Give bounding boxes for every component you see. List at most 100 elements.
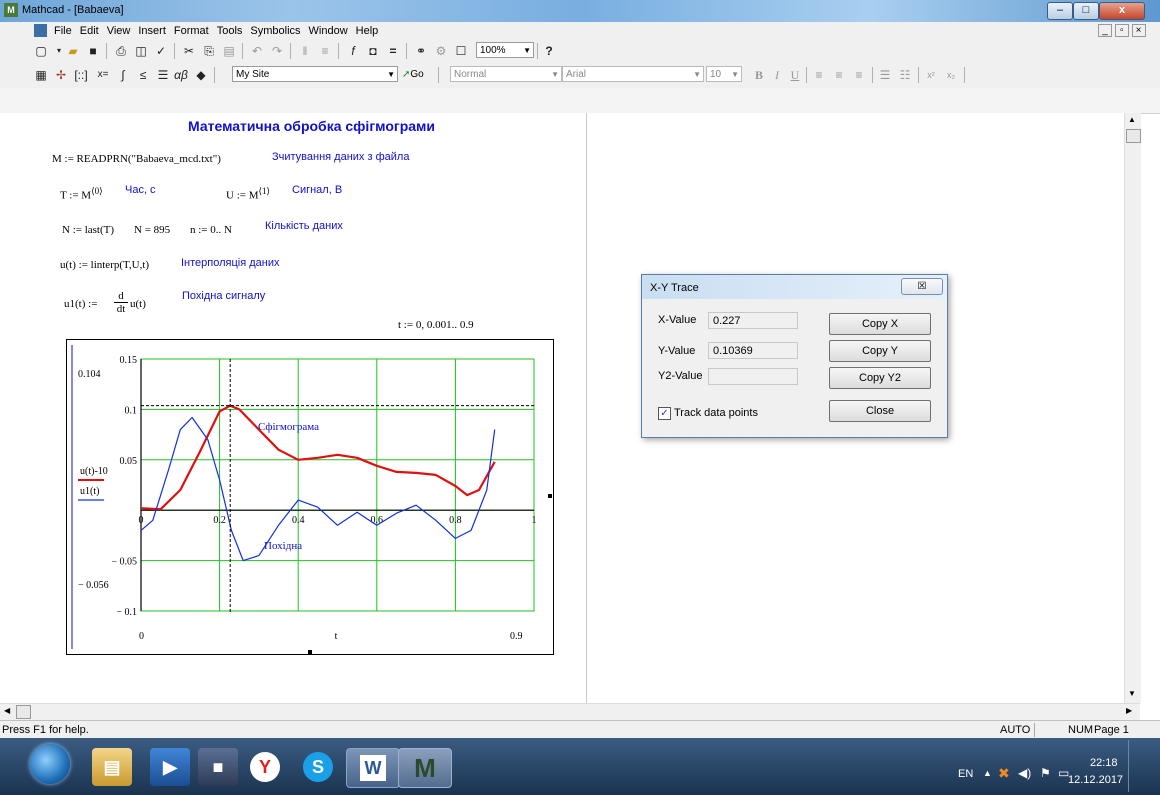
scroll-right-icon[interactable]: ▶	[1126, 706, 1132, 715]
greek-icon[interactable]: αβ	[172, 66, 190, 84]
insert-unit-icon[interactable]: ◘	[364, 42, 382, 60]
tray-expand-icon[interactable]: ▲	[983, 768, 992, 778]
u-comment[interactable]: Сигнал, В	[292, 184, 342, 196]
skype-icon[interactable]: S	[298, 748, 338, 786]
horizontal-scrollbar[interactable]: ◀ ▶	[0, 703, 1140, 720]
windows-start-icon[interactable]	[30, 744, 70, 784]
redo-icon[interactable]: ↷	[268, 42, 286, 60]
menu-insert[interactable]: Insert	[134, 22, 170, 40]
scroll-left-icon[interactable]: ◀	[4, 706, 10, 715]
interp-definition[interactable]: u(t) := linterp(T,U,t)	[60, 259, 149, 271]
underline-button[interactable]: U	[786, 66, 804, 84]
cut-icon[interactable]: ✂	[180, 42, 198, 60]
calculus-icon[interactable]: ∫	[114, 66, 132, 84]
scroll-down-icon[interactable]: ▼	[1128, 689, 1136, 698]
paste-icon[interactable]: ▤	[220, 42, 238, 60]
bold-button[interactable]: B	[750, 66, 768, 84]
read-comment[interactable]: Зчитування даних з файла	[272, 151, 409, 163]
t-range[interactable]: t := 0, 0.001.. 0.9	[398, 319, 474, 331]
undo-icon[interactable]: ↶	[248, 42, 266, 60]
doc-close-button[interactable]: ×	[1131, 24, 1146, 37]
insert-hyperlink-icon[interactable]: ⚭	[412, 42, 430, 60]
calculate-icon[interactable]: =	[384, 42, 402, 60]
boolean-icon[interactable]: ≤	[134, 66, 152, 84]
align-left-icon[interactable]: ≡	[810, 66, 828, 84]
align-across-icon[interactable]: ‖	[296, 42, 314, 60]
align-down-icon[interactable]: ≡	[316, 42, 334, 60]
dialog-close-icon[interactable]: ☒	[901, 278, 943, 295]
doc-restore-button[interactable]: ▫	[1114, 24, 1129, 37]
menu-view[interactable]: View	[103, 22, 135, 40]
word-icon[interactable]: W	[346, 748, 400, 788]
volume-icon[interactable]: ◀)	[1018, 766, 1031, 780]
y2-value-field[interactable]	[708, 368, 798, 385]
print-preview-icon[interactable]: ◫	[132, 42, 150, 60]
matrix-icon[interactable]: [::]	[72, 66, 90, 84]
save-app-icon[interactable]: ■	[198, 748, 238, 786]
graph-icon[interactable]: ✢	[52, 66, 70, 84]
t-comment[interactable]: Час, с	[125, 184, 156, 196]
n-comment[interactable]: Кількість даних	[265, 220, 343, 232]
open-icon[interactable]: ▰	[64, 42, 82, 60]
network-icon[interactable]: ✖	[998, 765, 1010, 782]
n-definition[interactable]: N := last(T)	[62, 224, 114, 236]
scroll-thumb[interactable]	[1126, 129, 1141, 143]
superscript-icon[interactable]: x²	[922, 66, 940, 84]
scroll-up-icon[interactable]: ▲	[1128, 115, 1136, 124]
xy-plot[interactable]: 0 0.2 0.4 0.6 0.8 1 0.15 0.1 0.05 − 0.05 − 0.1 0.1…	[66, 339, 554, 655]
copy-x-button[interactable]: Copy X	[829, 313, 931, 335]
new-icon[interactable]: ▢	[32, 42, 50, 60]
maximize-button[interactable]: □	[1073, 2, 1099, 20]
italic-button[interactable]: I	[768, 66, 786, 84]
derivative-comment[interactable]: Похідна сигналу	[182, 290, 265, 302]
resize-handle[interactable]	[308, 650, 312, 654]
read-expression[interactable]: M := READPRN("Babaeva_mcd.txt")	[52, 153, 221, 165]
calculator-icon[interactable]: ▦	[32, 66, 50, 84]
menu-edit[interactable]: Edit	[76, 22, 103, 40]
file-explorer-icon[interactable]: ▤	[92, 748, 132, 786]
symbolic-icon[interactable]: ◆	[192, 66, 210, 84]
menu-help[interactable]: Help	[352, 22, 383, 40]
print-icon[interactable]: ⎙	[112, 42, 130, 60]
worksheet-heading[interactable]: Математична обробка сфігмограми	[188, 118, 435, 134]
dialog-close-button[interactable]: Close	[829, 400, 931, 422]
menu-format[interactable]: Format	[170, 22, 213, 40]
copy-y-button[interactable]: Copy Y	[829, 340, 931, 362]
evaluation-icon[interactable]: x=	[94, 66, 112, 84]
yandex-browser-icon[interactable]: Y	[245, 748, 285, 786]
copy-y2-button[interactable]: Copy Y2	[829, 367, 931, 389]
show-desktop-button[interactable]	[1128, 740, 1139, 792]
track-checkbox[interactable]: ✓	[658, 407, 671, 420]
zoom-select[interactable]: 100% ▼	[476, 42, 534, 58]
component-wizard-icon[interactable]: ⚙	[432, 42, 450, 60]
n-range[interactable]: n := 0.. N	[190, 224, 232, 236]
menu-symbolics[interactable]: Symbolics	[246, 22, 304, 40]
language-indicator[interactable]: EN	[958, 768, 973, 780]
x-value-field[interactable]: 0.227	[708, 312, 798, 329]
menu-tools[interactable]: Tools	[213, 22, 247, 40]
media-player-icon[interactable]: ▶	[150, 748, 190, 786]
doc-minimize-button[interactable]: _	[1098, 24, 1112, 37]
font-select[interactable]: Arial ▼	[562, 66, 704, 82]
bullets-icon[interactable]: ☰	[876, 66, 894, 84]
clock-time[interactable]: 22:18	[1090, 757, 1118, 769]
help-icon[interactable]: ?	[540, 42, 558, 60]
minimize-button[interactable]: –	[1047, 2, 1073, 20]
insert-function-icon[interactable]: f	[344, 42, 362, 60]
menu-file[interactable]: File	[50, 22, 76, 40]
mathcad-taskbar-icon[interactable]: M	[398, 748, 452, 788]
resize-handle[interactable]	[548, 494, 552, 498]
align-center-icon[interactable]: ≡	[830, 66, 848, 84]
subscript-icon[interactable]: x₂	[942, 66, 960, 84]
font-size-select[interactable]: 10 ▼	[706, 66, 742, 82]
save-icon[interactable]: ■	[84, 42, 102, 60]
action-center-icon[interactable]: ⚑	[1040, 766, 1051, 780]
vertical-scrollbar[interactable]: ▲ ▼	[1124, 113, 1141, 703]
menu-window[interactable]: Window	[305, 22, 352, 40]
site-select[interactable]: My Site ▼	[232, 66, 398, 82]
resource-center-icon[interactable]: ☐	[452, 42, 470, 60]
hscroll-thumb[interactable]	[16, 705, 31, 719]
clock-date[interactable]: 12.12.2017	[1068, 774, 1123, 786]
u-definition[interactable]: U := M⟨1⟩	[226, 186, 270, 202]
copy-icon[interactable]: ⎘	[200, 42, 218, 60]
